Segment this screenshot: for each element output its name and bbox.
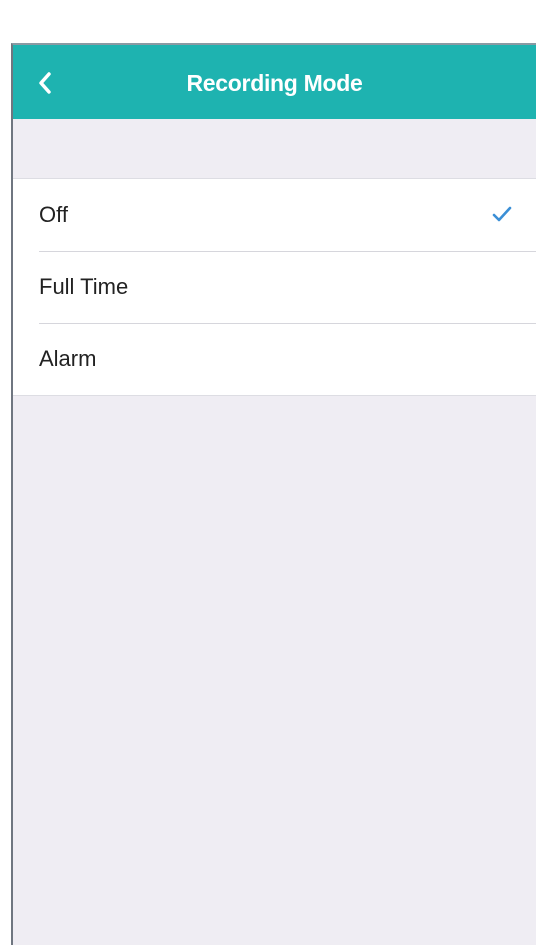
- option-full-time[interactable]: Full Time: [13, 251, 536, 323]
- checkmark-icon: [492, 206, 512, 222]
- recording-mode-screen: Recording Mode Off Full Time Alarm: [11, 43, 536, 945]
- option-label: Alarm: [39, 346, 97, 371]
- page-title: Recording Mode: [186, 70, 363, 96]
- screen: Recording Mode Off Full Time Alarm: [0, 0, 536, 945]
- navigation-bar: Recording Mode: [13, 45, 536, 119]
- recording-mode-options: Off Full Time Alarm: [13, 178, 536, 396]
- option-alarm[interactable]: Alarm: [13, 323, 536, 395]
- option-off[interactable]: Off: [13, 179, 536, 251]
- option-label: Off: [39, 202, 68, 227]
- option-label: Full Time: [39, 274, 129, 299]
